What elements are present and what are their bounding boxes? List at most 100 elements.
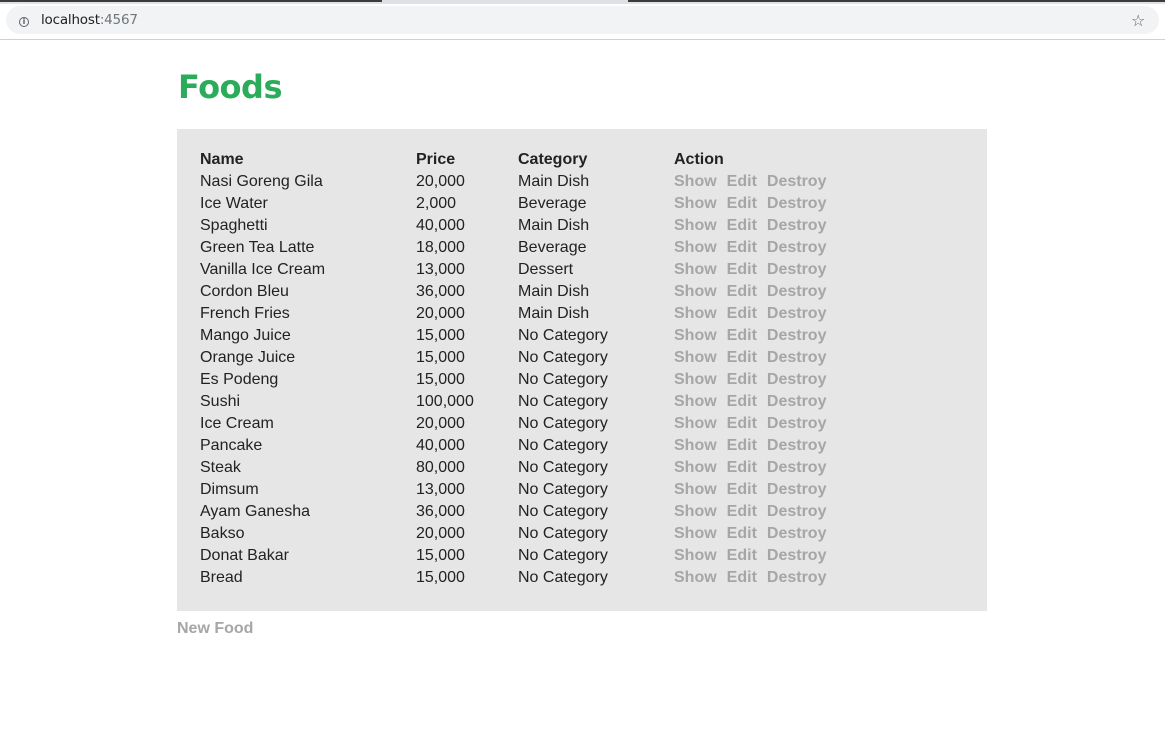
destroy-link[interactable]: Destroy [767,459,827,476]
food-category-cell: No Category [518,525,608,542]
edit-link[interactable]: Edit [727,261,757,278]
food-category-cell: No Category [518,569,608,586]
edit-link[interactable]: Edit [727,481,757,498]
food-name-cell: French Fries [200,305,290,322]
food-price-cell: 15,000 [416,371,465,388]
food-name-cell: Nasi Goreng Gila [200,173,323,190]
show-link[interactable]: Show [674,459,717,476]
food-actions-cell: Show Edit Destroy [672,237,874,259]
destroy-link[interactable]: Destroy [767,305,827,322]
edit-link[interactable]: Edit [727,547,757,564]
header-category: Category [518,151,588,168]
table-row: Ice Cream 20,000 No Category Show Edit Destro… [198,413,874,435]
address-bar[interactable] [6,6,1159,34]
show-link[interactable]: Show [674,371,717,388]
destroy-link[interactable]: Destroy [767,525,827,542]
food-price-cell: 2,000 [416,195,457,212]
destroy-link[interactable]: Destroy [767,503,827,520]
show-link[interactable]: Show [674,195,717,212]
destroy-link[interactable]: Destroy [767,481,827,498]
food-name-cell: Dimsum [200,481,259,498]
food-price-cell: 20,000 [416,525,465,542]
edit-link[interactable]: Edit [727,239,757,256]
food-name-cell: Bread [200,569,243,586]
edit-link[interactable]: Edit [727,195,757,212]
show-link[interactable]: Show [674,283,717,300]
show-link[interactable]: Show [674,305,717,322]
table-row: French Fries 20,000 Main Dish Show Edit Destr… [198,303,874,325]
edit-link[interactable]: Edit [727,569,757,586]
food-actions-cell: Show Edit Destroy [672,435,874,457]
star-icon[interactable]: ☆ [1131,13,1145,29]
destroy-link[interactable]: Destroy [767,239,827,256]
edit-link[interactable]: Edit [727,393,757,410]
destroy-link[interactable]: Destroy [767,415,827,432]
food-actions-cell: Show Edit Destroy [672,303,874,325]
show-link[interactable]: Show [674,261,717,278]
food-category-cell: No Category [518,371,608,388]
show-link[interactable]: Show [674,349,717,366]
show-link[interactable]: Show [674,415,717,432]
show-link[interactable]: Show [674,239,717,256]
food-actions-cell: Show Edit Destroy [672,413,874,435]
show-link[interactable]: Show [674,569,717,586]
table-row: Dimsum 13,000 No Category Show Edit Destroy [198,479,874,501]
food-price-cell: 13,000 [416,481,465,498]
destroy-link[interactable]: Destroy [767,173,827,190]
food-category-cell: Beverage [518,239,587,256]
food-category-cell: No Category [518,393,608,410]
edit-link[interactable]: Edit [727,459,757,476]
food-actions-cell: Show Edit Destroy [672,391,874,413]
destroy-link[interactable]: Destroy [767,195,827,212]
edit-link[interactable]: Edit [727,305,757,322]
edit-link[interactable]: Edit [727,283,757,300]
food-name-cell: Ayam Ganesha [200,503,310,520]
tabstrip-edge-left [0,0,382,2]
show-link[interactable]: Show [674,437,717,454]
table-row: Ice Water 2,000 Beverage Show Edit Destroy [198,193,874,215]
show-link[interactable]: Show [674,173,717,190]
url-text[interactable]: localhost:4567 [41,12,138,28]
destroy-link[interactable]: Destroy [767,437,827,454]
edit-link[interactable]: Edit [727,503,757,520]
food-actions-cell: Show Edit Destroy [672,567,874,589]
show-link[interactable]: Show [674,547,717,564]
destroy-link[interactable]: Destroy [767,261,827,278]
destroy-link[interactable]: Destroy [767,217,827,234]
edit-link[interactable]: Edit [727,371,757,388]
food-actions-cell: Show Edit Destroy [672,501,874,523]
food-actions-cell: Show Edit Destroy [672,369,874,391]
edit-link[interactable]: Edit [727,415,757,432]
destroy-link[interactable]: Destroy [767,283,827,300]
destroy-link[interactable]: Destroy [767,327,827,344]
edit-link[interactable]: Edit [727,217,757,234]
show-link[interactable]: Show [674,327,717,344]
edit-link[interactable]: Edit [727,327,757,344]
show-link[interactable]: Show [674,217,717,234]
food-price-cell: 36,000 [416,503,465,520]
destroy-link[interactable]: Destroy [767,547,827,564]
edit-link[interactable]: Edit [727,349,757,366]
destroy-link[interactable]: Destroy [767,393,827,410]
edit-link[interactable]: Edit [727,525,757,542]
destroy-link[interactable]: Destroy [767,569,827,586]
food-category-cell: Main Dish [518,217,590,234]
show-link[interactable]: Show [674,525,717,542]
show-link[interactable]: Show [674,393,717,410]
food-category-cell: No Category [518,547,608,564]
show-link[interactable]: Show [674,481,717,498]
destroy-link[interactable]: Destroy [767,349,827,366]
food-name-cell: Cordon Bleu [200,283,289,300]
foods-table-body: Nasi Goreng Gila 20,000 Main Dish Show Edit D… [198,171,874,589]
food-name-cell: Mango Juice [200,327,291,344]
show-link[interactable]: Show [674,503,717,520]
table-row: Donat Bakar 15,000 No Category Show Edit Dest… [198,545,874,567]
edit-link[interactable]: Edit [727,437,757,454]
food-category-cell: No Category [518,437,608,454]
food-price-cell: 40,000 [416,437,465,454]
destroy-link[interactable]: Destroy [767,371,827,388]
new-food-link[interactable]: New Food [177,620,253,638]
url-host: localhost [41,12,100,28]
edit-link[interactable]: Edit [727,173,757,190]
info-icon[interactable]: i [19,17,29,27]
